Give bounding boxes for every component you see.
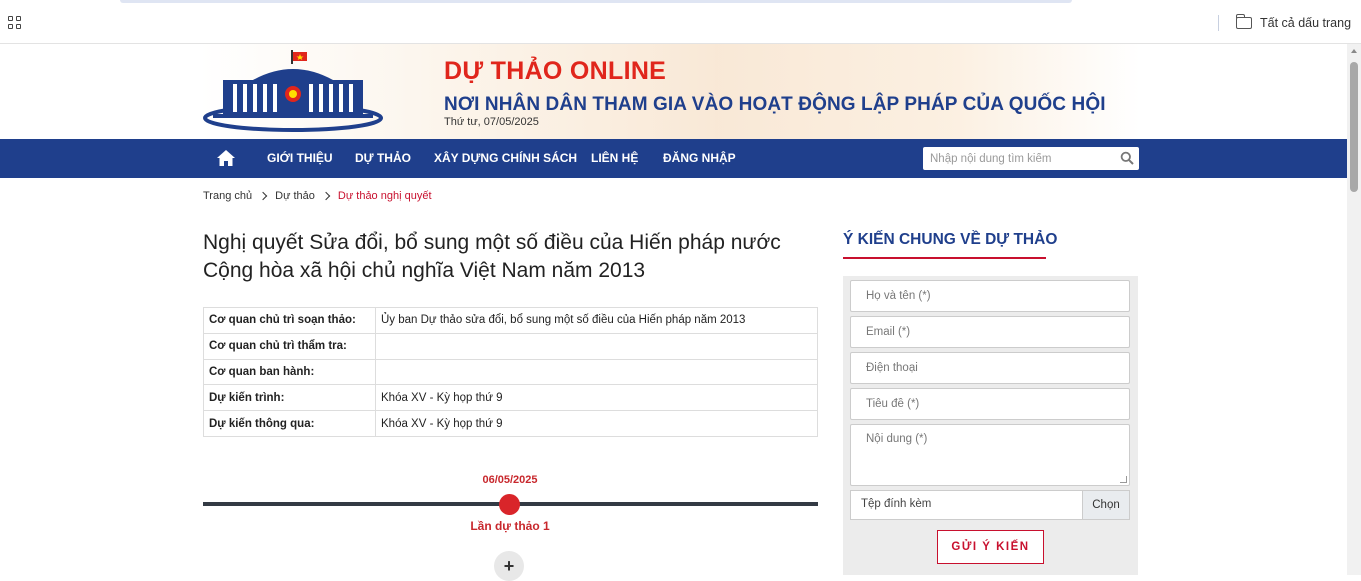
attachment-field[interactable]: Tệp đính kèm Chọn: [850, 490, 1130, 520]
page-scrollbar[interactable]: [1347, 44, 1361, 575]
info-label: Cơ quan chủ trì soạn thảo:: [203, 307, 376, 334]
scrollbar-thumb[interactable]: [1350, 62, 1358, 192]
info-label: Dự kiến thông qua:: [203, 410, 376, 437]
site-header: DỰ THẢO ONLINE NƠI NHÂN DÂN THAM GIA VÀO…: [0, 44, 1347, 139]
info-label: Cơ quan chủ trì thẩm tra:: [203, 332, 376, 360]
nav-item-login[interactable]: ĐĂNG NHẬP: [663, 139, 736, 178]
attachment-label: Tệp đính kèm: [861, 498, 932, 510]
info-value: [375, 332, 818, 360]
site-slogan: NƠI NHÂN DÂN THAM GIA VÀO HOẠT ĐỘNG LẬP …: [444, 94, 1106, 115]
draft-info-table: Cơ quan chủ trì soạn thảo: Ủy ban Dự thả…: [203, 307, 818, 437]
info-label: Dự kiến trình:: [203, 384, 376, 412]
breadcrumb-home[interactable]: Trang chủ: [203, 190, 252, 202]
folder-icon: [1235, 14, 1252, 29]
expand-plus-button[interactable]: +: [494, 551, 524, 581]
nav-item-drafts[interactable]: DỰ THẢO: [355, 139, 411, 178]
table-row: Cơ quan chủ trì soạn thảo: Ủy ban Dự thả…: [203, 307, 818, 334]
nav-item-policy-building[interactable]: XÂY DỰNG CHÍNH SÁCH: [434, 139, 577, 178]
address-bar-edge: [120, 0, 1072, 3]
apps-grid-icon[interactable]: [8, 16, 22, 30]
chevron-right-icon: [321, 191, 331, 201]
resize-grip-icon[interactable]: [1120, 476, 1127, 483]
choose-file-button[interactable]: Chọn: [1082, 491, 1129, 519]
info-value: [375, 358, 818, 386]
email-field: [850, 316, 1130, 348]
chevron-right-icon: [258, 191, 268, 201]
submit-feedback-button[interactable]: GỬI Ý KIẾN: [937, 530, 1044, 564]
table-row: Cơ quan chủ trì thẩm tra:: [203, 332, 818, 360]
timeline-point[interactable]: [499, 494, 520, 515]
page-title: Nghị quyết Sửa đổi, bổ sung một số điều …: [203, 231, 781, 282]
table-row: Dự kiến trình: Khóa XV - Kỳ họp thứ 9: [203, 384, 818, 412]
search-icon[interactable]: [1120, 151, 1134, 165]
all-bookmarks-button[interactable]: Tất cả dấu trang: [1235, 14, 1352, 32]
info-label: Cơ quan ban hành:: [203, 358, 376, 386]
bookmarks-separator: [1218, 15, 1219, 31]
timeline-date: 06/05/2025: [482, 474, 538, 486]
timeline-label[interactable]: Lần dự thảo 1: [460, 519, 560, 533]
info-value: Ủy ban Dự thảo sửa đổi, bổ sung một số đ…: [375, 307, 818, 334]
title-underline: [843, 257, 1046, 259]
scroll-up-arrow-icon[interactable]: [1351, 49, 1357, 53]
site-title[interactable]: DỰ THẢO ONLINE: [444, 57, 666, 86]
phone-input[interactable]: [851, 353, 1129, 383]
all-bookmarks-label: Tất cả dấu trang: [1260, 16, 1352, 30]
table-row: Dự kiến thông qua: Khóa XV - Kỳ họp thứ …: [203, 410, 818, 437]
home-icon[interactable]: [216, 149, 236, 167]
name-input[interactable]: [851, 281, 1129, 311]
current-date: Thứ tư, 07/05/2025: [444, 116, 539, 128]
feedback-title: Ý KIẾN CHUNG VỀ DỰ THẢO: [843, 231, 1058, 248]
info-value: Khóa XV - Kỳ họp thứ 9: [375, 410, 818, 437]
bookmarks-bar: Tất cả dấu trang: [0, 0, 1361, 44]
main-navigation: GIỚI THIỆU DỰ THẢO XÂY DỰNG CHÍNH SÁCH L…: [0, 139, 1347, 178]
national-assembly-logo[interactable]: [203, 50, 383, 132]
info-value: Khóa XV - Kỳ họp thứ 9: [375, 384, 818, 412]
search-input[interactable]: [923, 147, 1113, 170]
breadcrumb-drafts[interactable]: Dự thảo: [275, 190, 315, 202]
subject-input[interactable]: [851, 389, 1129, 419]
content-textarea[interactable]: [851, 425, 1129, 485]
breadcrumb: Trang chủ Dự thảo Dự thảo nghị quyết: [203, 190, 432, 202]
table-row: Cơ quan ban hành:: [203, 358, 818, 386]
name-field: [850, 280, 1130, 312]
phone-field: [850, 352, 1130, 384]
search-box: [923, 147, 1139, 170]
nav-item-contact[interactable]: LIÊN HỆ: [591, 139, 638, 178]
nav-item-about[interactable]: GIỚI THIỆU: [267, 139, 333, 178]
content-field: [850, 424, 1130, 486]
breadcrumb-current[interactable]: Dự thảo nghị quyết: [338, 190, 432, 202]
email-input[interactable]: [851, 317, 1129, 347]
subject-field: [850, 388, 1130, 420]
